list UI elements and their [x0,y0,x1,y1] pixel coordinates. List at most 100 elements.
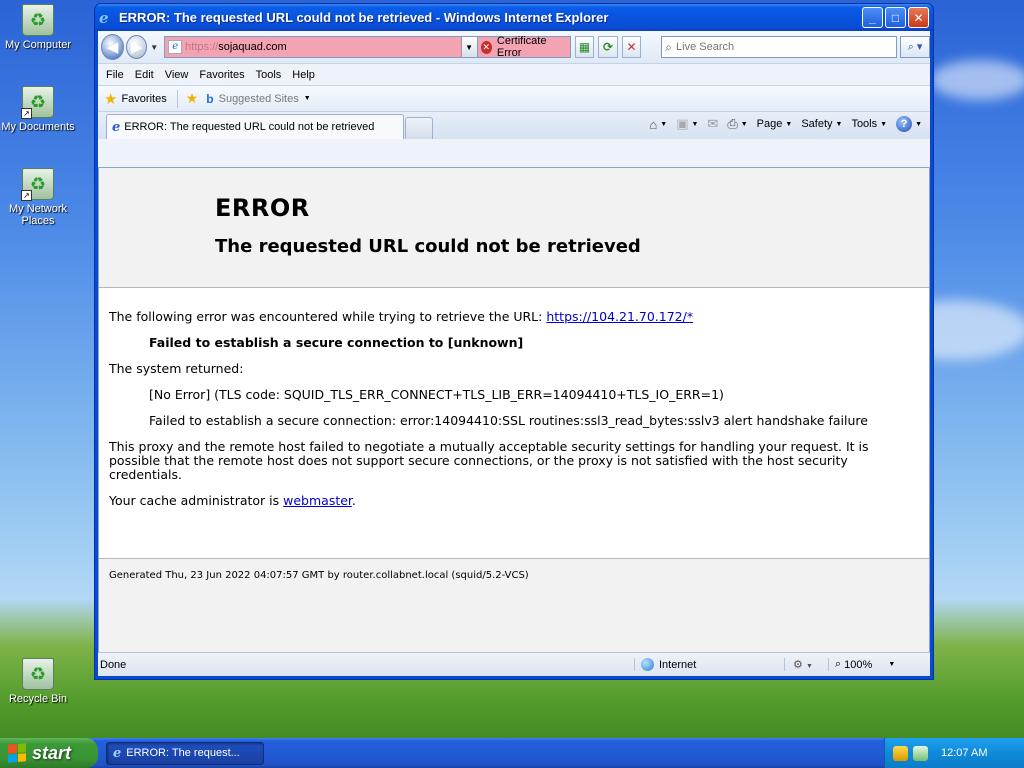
search-provider-icon: ⌕ [665,39,673,54]
ie-page-icon: e [112,119,121,135]
desktop-icon-label: My Documents [1,121,75,133]
system-returned-label: The system returned: [109,361,244,376]
url-host: sojaquad.com [218,41,287,53]
admin-text: Your cache administrator is [109,493,280,508]
back-button[interactable]: ◀ [101,34,124,60]
security-shield-icon: ✕ [480,40,492,54]
address-bar[interactable]: e https://sojaquad.com ▼ [164,36,478,58]
clock[interactable]: 12:07 AM [941,747,987,759]
page-icon: e [168,40,183,54]
security-center-icon[interactable] [893,745,908,761]
chevron-down-icon: ▼ [740,120,748,128]
feeds-button[interactable]: ▣ ▼ [676,116,698,132]
error-body: The following error was encountered whil… [99,288,929,508]
desktop-icon-my-network-places[interactable]: ↗ My Network Places [0,168,76,227]
webmaster-link[interactable]: webmaster [283,493,352,508]
tab-label: ERROR: The requested URL could not be re… [124,121,375,133]
zoom-button[interactable]: ⌕ 100% ▼ [828,658,908,671]
status-bar: Done Internet ⚙ ▼ ⌕ 100% ▼ [98,652,930,676]
gear-icon: ⚙ [793,659,803,671]
ie-logo-icon: e [99,8,109,27]
menu-file[interactable]: File [102,69,131,81]
menu-help[interactable]: Help [288,69,322,81]
forward-button[interactable]: ▶ [126,35,148,59]
help-menu[interactable]: ? ▼ [896,116,922,132]
certificate-error-label: Certificate Error [496,35,547,59]
admin-paragraph: Your cache administrator is webmaster. [109,494,919,508]
search-button[interactable]: ⌕ ▾ [900,36,931,58]
safety-menu[interactable]: Safety ▼ [801,118,842,130]
start-label: start [32,742,72,763]
error-header: ERROR The requested URL could not be ret… [99,168,929,288]
compatibility-view-button[interactable]: ▦ [574,36,595,58]
safety-menu-label: Safety [801,118,833,130]
recent-pages-dropdown[interactable]: ▼ [150,43,158,52]
taskbar-item-label: ERROR: The request... [126,747,240,759]
title-bar[interactable]: e ERROR: The requested URL could not be … [95,4,933,31]
search-box[interactable]: ⌕ [661,36,898,58]
chevron-down-icon: ▼ [888,661,896,668]
desktop-icon-my-documents[interactable]: ↗ My Documents [0,86,76,133]
address-row: ◀ ▶ ▼ e https://sojaquad.com ▼ ✕ Certifi… [98,31,931,63]
globe-icon [641,658,654,671]
minimize-button[interactable]: _ [862,7,883,28]
my-network-places-icon: ↗ [21,168,54,201]
ssl-error-text: Failed to establish a secure connection:… [149,413,868,428]
desktop-icon-label: My Computer [4,39,72,51]
network-icon[interactable] [913,745,928,761]
system-tray: 12:07 AM [884,738,1024,768]
chevron-down-icon: ▼ [691,120,699,128]
refresh-button[interactable]: ⟳ [598,36,618,58]
tls-code-text: [No Error] (TLS code: SQUID_TLS_ERR_CONN… [149,387,724,402]
page-content: ERROR The requested URL could not be ret… [98,167,930,652]
security-zone[interactable]: Internet [634,658,784,671]
chevron-down-icon: ▼ [805,663,813,670]
requested-url-link[interactable]: https://104.21.70.172/* [546,309,693,324]
menu-favorites[interactable]: Favorites [195,69,251,81]
failure-text: Failed to establish a secure connection … [149,335,524,350]
stop-button[interactable]: ✕ [621,36,642,58]
tools-menu-label: Tools [851,118,878,130]
menu-tools[interactable]: Tools [252,69,289,81]
home-icon: ⌂ [649,116,658,132]
chevron-down-icon: ▼ [915,120,922,128]
divider [176,89,178,108]
help-icon: ? [896,116,913,132]
new-tab-button[interactable] [405,117,433,139]
page-menu[interactable]: Page ▼ [757,118,793,130]
desktop-icon-label: Recycle Bin [8,693,68,705]
error-title: ERROR [215,194,310,222]
menu-view[interactable]: View [161,69,196,81]
page-footer: Generated Thu, 23 Jun 2022 04:07:57 GMT … [99,558,929,652]
certificate-error-button[interactable]: ✕ Certificate Error [477,35,571,59]
favorites-star-icon[interactable]: ★ [104,90,117,108]
search-input[interactable] [676,41,897,53]
ie-window: e ERROR: The requested URL could not be … [94,3,934,680]
protected-mode-button[interactable]: ⚙ ▼ [784,658,828,671]
add-to-favorites-icon[interactable]: ★ [186,90,199,107]
mail-icon: ✉ [707,116,719,131]
close-button[interactable]: ✕ [908,7,929,28]
address-dropdown-button[interactable]: ▼ [460,37,477,57]
favorites-bar: ★ Favorites ★ b Suggested Sites ▼ [98,85,930,111]
my-documents-icon: ↗ [21,86,54,119]
taskbar-item-ie[interactable]: e ERROR: The request... [106,741,264,765]
printer-icon: ⎙ [727,116,738,131]
home-button[interactable]: ⌂ ▼ [649,117,667,132]
print-button[interactable]: ⎙ ▼ [727,116,747,132]
cloud [930,60,1024,100]
read-mail-button[interactable]: ✉ [707,116,718,132]
desktop-icon-my-computer[interactable]: My Computer [0,4,76,51]
start-button[interactable]: start [0,738,98,768]
tools-menu[interactable]: Tools ▼ [851,118,887,130]
desktop-icon-recycle-bin[interactable]: Recycle Bin [0,658,76,705]
recycle-bin-icon [22,658,54,690]
favorites-button[interactable]: Favorites [121,93,166,105]
suggested-sites-button[interactable]: Suggested Sites [219,93,299,105]
tab-active[interactable]: e ERROR: The requested URL could not be … [106,114,404,139]
maximize-button[interactable]: □ [885,7,906,28]
chevron-down-icon[interactable]: ▼ [304,95,311,102]
menu-edit[interactable]: Edit [131,69,161,81]
address-url[interactable]: https://sojaquad.com [185,41,460,53]
taskbar: start e ERROR: The request... 12:07 AM [0,738,1024,768]
